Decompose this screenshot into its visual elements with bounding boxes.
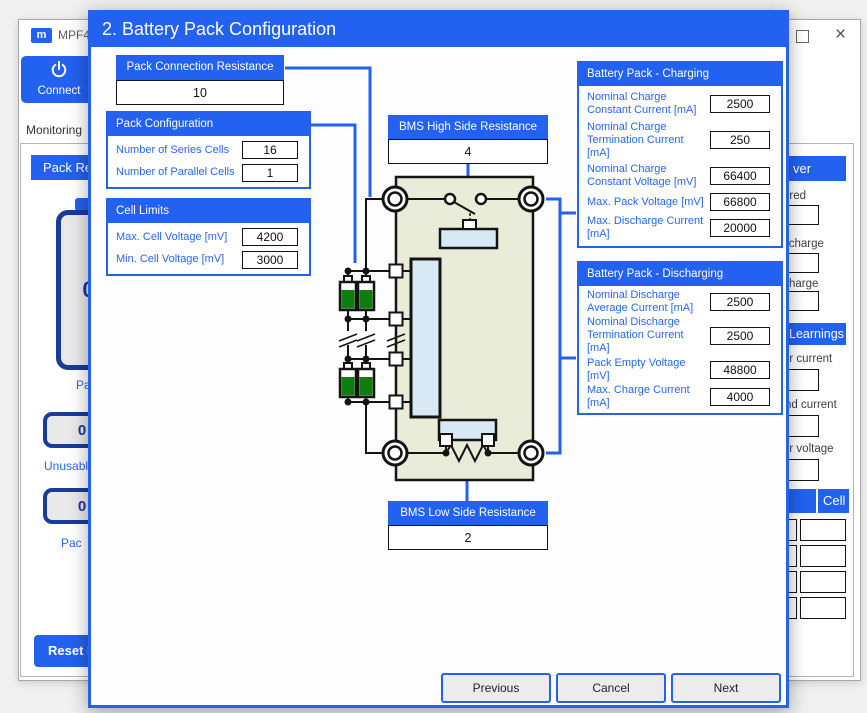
close-icon[interactable]: × xyxy=(835,24,846,46)
field-row: Number of Parallel Cells 1 xyxy=(108,164,309,182)
field-row: Nominal Discharge Average Current [mA] 2… xyxy=(579,289,781,315)
field-row: Nominal Charge Termination Current [mA] … xyxy=(579,121,781,160)
previous-button[interactable]: Previous xyxy=(441,673,551,703)
pack-empty-voltage-input[interactable]: 48800 xyxy=(710,361,770,379)
parallel-cells-input[interactable]: 1 xyxy=(242,164,298,182)
min-cell-voltage-input[interactable]: 3000 xyxy=(242,251,298,269)
current-label-1: er current xyxy=(783,353,832,365)
max-cell-voltage-label: Max. Cell Voltage [mV] xyxy=(116,231,242,244)
discharge-termination-current-label: Nominal Discharge Termination Current [m… xyxy=(587,316,709,355)
discharge-average-current-label: Nominal Discharge Average Current [mA] xyxy=(587,289,709,315)
charge-termination-current-input[interactable]: 250 xyxy=(710,131,770,149)
field-row: Nominal Charge Constant Voltage [mV] 664… xyxy=(579,163,781,189)
bms-low-side-group: BMS Low Side Resistance [mΩ] 2 xyxy=(388,501,548,550)
series-cells-input[interactable]: 16 xyxy=(242,141,298,159)
bms-low-side-label: BMS Low Side Resistance [mΩ] xyxy=(388,501,548,525)
discharging-panel: Battery Pack - Discharging Nominal Disch… xyxy=(577,261,783,415)
charging-panel-title: Battery Pack - Charging xyxy=(579,63,781,86)
min-cell-voltage-label: Min. Cell Voltage [mV] xyxy=(116,253,242,266)
cell-row-2-id[interactable] xyxy=(800,545,846,567)
maximize-button[interactable] xyxy=(796,30,809,43)
charge-constant-voltage-input[interactable]: 66400 xyxy=(710,167,770,185)
field-row: Max. Cell Voltage [mV] 4200 xyxy=(108,228,309,246)
connect-button-label: Connect xyxy=(21,85,97,97)
cell-row-3-id[interactable] xyxy=(800,571,846,593)
max-pack-voltage-input[interactable]: 66800 xyxy=(710,193,770,211)
bms-high-side-group: BMS High Side Resistance [mΩ] 4 xyxy=(388,115,548,164)
screen: m MPF4279 × Connect Monitoring Pack Re 0… xyxy=(0,0,867,713)
series-cells-label: Number of Series Cells xyxy=(116,144,242,157)
cell-id-header-divider xyxy=(816,489,818,513)
cell-limits-panel: Cell Limits Max. Cell Voltage [mV] 4200 … xyxy=(106,198,311,276)
voltage-label: er voltage xyxy=(783,443,834,455)
cell-row-4-id[interactable] xyxy=(800,597,846,619)
discharge-average-current-input[interactable]: 2500 xyxy=(710,293,770,311)
pack-configuration-panel: Pack Configuration Number of Series Cell… xyxy=(106,111,311,189)
charge-constant-current-label: Nominal Charge Constant Current [mA] xyxy=(587,91,709,117)
field-row: Max. Discharge Current [mA] 20000 xyxy=(579,215,781,241)
max-cell-voltage-input[interactable]: 4200 xyxy=(242,228,298,246)
charge-constant-current-input[interactable]: 2500 xyxy=(710,95,770,113)
field-row: Max. Charge Current [mA] 4000 xyxy=(579,384,781,410)
tab-monitoring[interactable]: Monitoring xyxy=(26,123,82,137)
pack-connection-resistance-label: Pack Connection Resistance [mΩ] xyxy=(116,55,284,80)
charge-termination-current-label: Nominal Charge Termination Current [mA] xyxy=(587,121,709,160)
pack-configuration-title: Pack Configuration xyxy=(108,113,309,136)
charge-label: harge xyxy=(789,278,818,290)
max-pack-voltage-label: Max. Pack Voltage [mV] xyxy=(587,196,709,209)
charge-constant-voltage-label: Nominal Charge Constant Voltage [mV] xyxy=(587,163,709,189)
field-row: Max. Pack Voltage [mV] 66800 xyxy=(579,193,781,211)
unusable-label: Unusabl xyxy=(44,459,88,473)
cell-limits-title: Cell Limits xyxy=(108,200,309,223)
cancel-button[interactable]: Cancel xyxy=(556,673,666,703)
field-row: Min. Cell Voltage [mV] 3000 xyxy=(108,251,309,269)
max-charge-current-label: Max. Charge Current [mA] xyxy=(587,384,709,410)
unusable-gauge-value: 0 xyxy=(78,422,86,439)
field-row: Number of Series Cells 16 xyxy=(108,141,309,159)
cell-row-1-id[interactable] xyxy=(800,519,846,541)
discharging-panel-title: Battery Pack - Discharging xyxy=(579,263,781,286)
field-row: Nominal Discharge Termination Current [m… xyxy=(579,316,781,355)
max-charge-current-input[interactable]: 4000 xyxy=(710,388,770,406)
current-label-2: nd current xyxy=(785,399,837,411)
connect-button[interactable]: Connect xyxy=(21,56,97,103)
discharge-termination-current-input[interactable]: 2500 xyxy=(710,327,770,345)
bms-high-side-label: BMS High Side Resistance [mΩ] xyxy=(388,115,548,139)
max-discharge-current-label: Max. Discharge Current [mA] xyxy=(587,215,709,241)
field-row: Pack Empty Voltage [mV] 48800 xyxy=(579,357,781,383)
dialog-title: 2. Battery Pack Configuration xyxy=(91,13,786,47)
pack-empty-voltage-label: Pack Empty Voltage [mV] xyxy=(587,357,709,383)
pack-gauge-2-value: 0 xyxy=(78,498,86,515)
parallel-cells-label: Number of Parallel Cells xyxy=(116,166,242,179)
discharge-label: scharge xyxy=(783,238,824,250)
pack-connection-resistance-group: Pack Connection Resistance [mΩ] 10 xyxy=(116,55,284,105)
power-icon xyxy=(50,61,68,79)
field-row: Nominal Charge Constant Current [mA] 250… xyxy=(579,91,781,117)
pack-label-2: Pac xyxy=(61,536,82,550)
max-discharge-current-input[interactable]: 20000 xyxy=(710,219,770,237)
next-button[interactable]: Next xyxy=(671,673,781,703)
charging-panel: Battery Pack - Charging Nominal Charge C… xyxy=(577,61,783,248)
battery-pack-configuration-dialog: 2. Battery Pack Configuration xyxy=(88,10,789,708)
mps-logo: m xyxy=(31,28,52,43)
